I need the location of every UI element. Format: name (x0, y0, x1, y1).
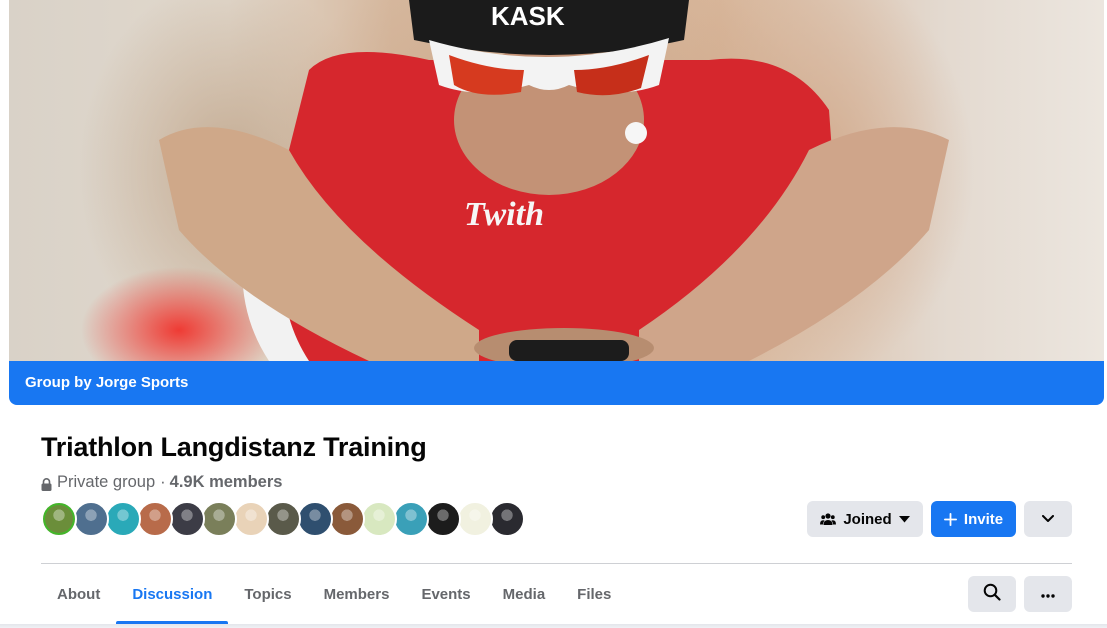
tab-discussion[interactable]: Discussion (116, 564, 229, 624)
helmet-brand-text: KASK (491, 1, 565, 31)
invite-button[interactable]: Invite (931, 501, 1016, 537)
group-meta: Private group · 4.9K members (41, 472, 282, 492)
caret-down-icon (898, 515, 910, 523)
member-avatar[interactable] (169, 501, 205, 537)
cover-photo: KASK Twith (9, 0, 1104, 361)
more-options-button[interactable] (1024, 501, 1072, 537)
group-title[interactable]: Triathlon Langdistanz Training (41, 430, 427, 464)
member-avatar[interactable] (457, 501, 493, 537)
tab-files[interactable]: Files (561, 564, 627, 624)
search-icon (983, 583, 1001, 606)
jersey-text: Twith (464, 196, 544, 233)
member-avatar[interactable] (137, 501, 173, 537)
member-avatar[interactable] (41, 501, 77, 537)
member-avatar[interactable] (73, 501, 109, 537)
member-avatar-list[interactable] (41, 501, 525, 537)
members-count[interactable]: 4.9K members (170, 472, 283, 492)
tab-events[interactable]: Events (405, 564, 486, 624)
cover-photo-container[interactable]: KASK Twith Group by Jorge Sports (9, 0, 1104, 405)
group-tabs: About Discussion Topics Members Events Media F… (41, 564, 627, 624)
people-icon (820, 512, 837, 526)
page-bottom-edge (0, 624, 1107, 628)
privacy-label[interactable]: Private group (57, 472, 155, 492)
tab-members[interactable]: Members (308, 564, 406, 624)
member-avatar[interactable] (393, 501, 429, 537)
plus-icon (943, 512, 957, 526)
search-button[interactable] (968, 576, 1016, 612)
tabs-overflow-button[interactable] (1024, 576, 1072, 612)
member-avatar[interactable] (329, 501, 365, 537)
cover-illustration: KASK Twith (159, 0, 949, 361)
ellipsis-icon (1041, 585, 1055, 603)
member-avatar[interactable] (297, 501, 333, 537)
tab-topics[interactable]: Topics (228, 564, 307, 624)
group-owner-banner[interactable]: Group by Jorge Sports (9, 361, 1104, 405)
chevron-down-icon (1042, 515, 1054, 523)
member-avatar[interactable] (233, 501, 269, 537)
tab-media[interactable]: Media (487, 564, 562, 624)
member-avatar[interactable] (489, 501, 525, 537)
member-avatar[interactable] (265, 501, 301, 537)
lock-icon (41, 476, 52, 491)
tab-about[interactable]: About (41, 564, 116, 624)
member-avatar[interactable] (361, 501, 397, 537)
meta-separator: · (160, 473, 166, 491)
invite-label: Invite (963, 510, 1004, 528)
joined-label: Joined (843, 510, 892, 528)
member-avatar[interactable] (201, 501, 237, 537)
joined-button[interactable]: Joined (807, 501, 923, 537)
member-avatar[interactable] (105, 501, 141, 537)
member-avatar[interactable] (425, 501, 461, 537)
